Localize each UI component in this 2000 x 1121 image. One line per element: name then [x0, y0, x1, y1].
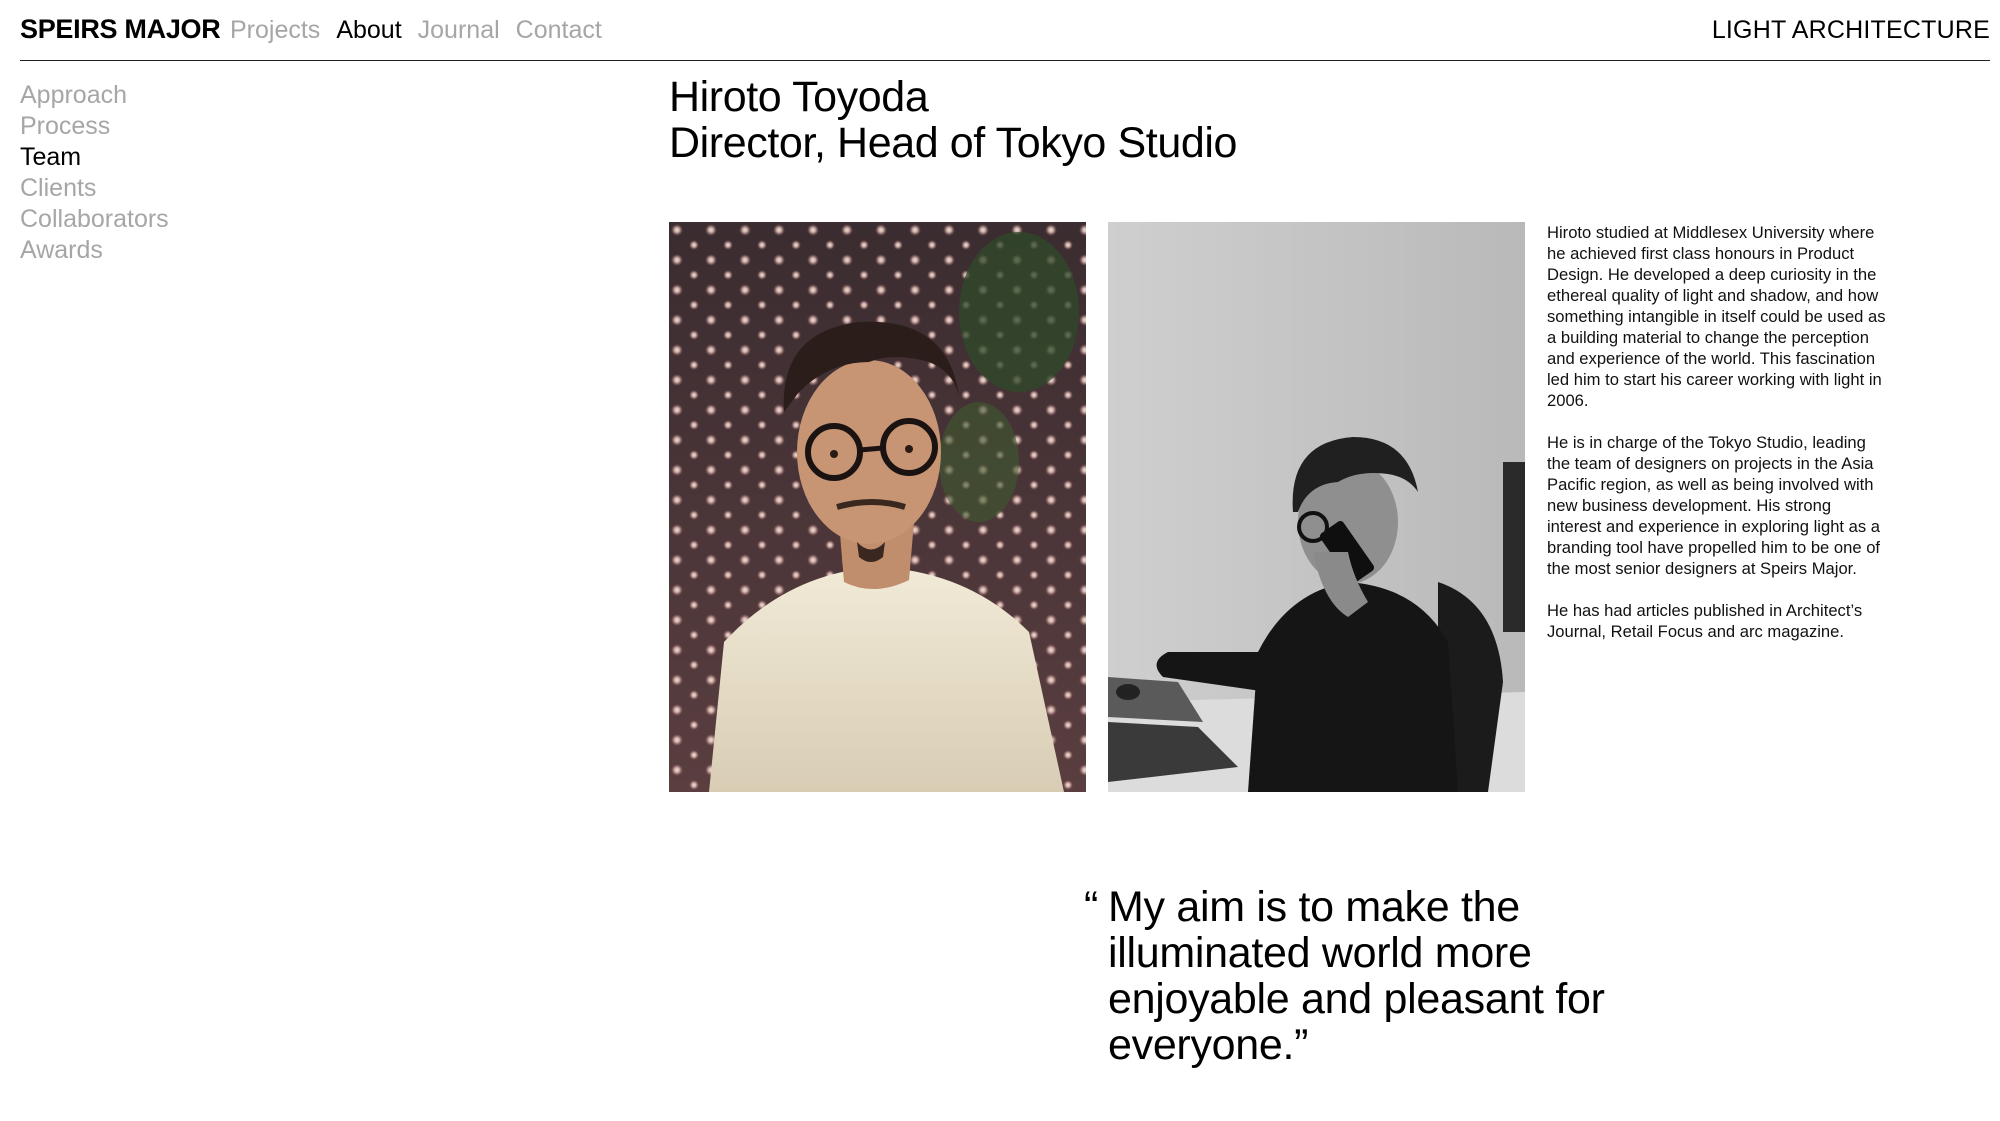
profile-heading: Hiroto Toyoda Director, Head of Tokyo St… — [669, 74, 1237, 166]
profile-name: Hiroto Toyoda — [669, 73, 929, 121]
subnav-collaborators[interactable]: Collaborators — [20, 204, 169, 235]
nav-contact[interactable]: Contact — [516, 16, 602, 45]
quote-open-mark: “ — [1084, 883, 1099, 931]
nav-about[interactable]: About — [336, 16, 401, 45]
bio-paragraph-3: He has had articles published in Archite… — [1547, 601, 1863, 641]
portrait-photo — [669, 222, 1086, 792]
quote-text: My aim is to make the illuminated world … — [1108, 883, 1605, 1069]
working-photo — [1108, 222, 1525, 792]
profile-bio: Hiroto studied at Middlesex University w… — [1547, 222, 1887, 663]
site-header: SPEIRS MAJOR Projects About Journal Cont… — [20, 0, 1990, 61]
nav-journal[interactable]: Journal — [418, 16, 500, 45]
bio-paragraph-2: He is in charge of the Tokyo Studio, lea… — [1547, 433, 1881, 578]
main-nav: Projects About Journal Contact — [230, 16, 602, 45]
subnav-approach[interactable]: Approach — [20, 80, 169, 111]
nav-projects[interactable]: Projects — [230, 16, 320, 45]
subnav-clients[interactable]: Clients — [20, 173, 169, 204]
site-tagline: LIGHT ARCHITECTURE — [1711, 16, 1990, 44]
bio-paragraph-1: Hiroto studied at Middlesex University w… — [1547, 223, 1886, 410]
subnav-team[interactable]: Team — [20, 142, 169, 173]
about-subnav: Approach Process Team Clients Collaborat… — [20, 80, 169, 266]
brand-logo[interactable]: SPEIRS MAJOR — [20, 14, 221, 45]
subnav-awards[interactable]: Awards — [20, 235, 169, 266]
profile-quote: “ My aim is to make the illuminated worl… — [1084, 883, 1668, 1069]
profile-role: Director, Head of Tokyo Studio — [669, 119, 1238, 167]
subnav-process[interactable]: Process — [20, 111, 169, 142]
